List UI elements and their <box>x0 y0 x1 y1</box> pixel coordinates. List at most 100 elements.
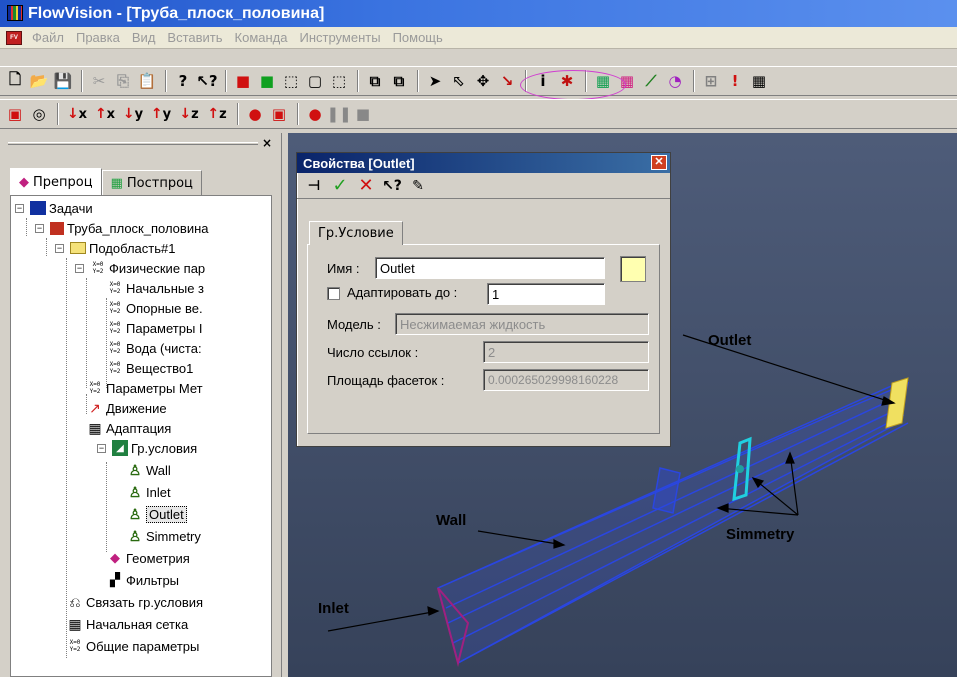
axis-plus-y-button[interactable]: ↑ y <box>148 103 174 125</box>
panel-close-icon[interactable]: × <box>262 136 272 150</box>
color-swatch[interactable] <box>620 256 646 282</box>
tree-node-subdomain[interactable]: − Подобласть#1 <box>55 238 175 258</box>
tree-node-initial[interactable]: X=0 Y=2 Начальные з <box>107 278 204 298</box>
axis-minus-x-button[interactable]: ↓ x <box>64 103 90 125</box>
cancel-x-icon[interactable]: ✕ <box>355 175 377 197</box>
pin-icon[interactable]: ⊣ <box>303 175 325 197</box>
rainbow-icon[interactable]: ◔ <box>664 70 686 92</box>
tree-node-geometry[interactable]: ◆ Геометрия <box>107 548 190 568</box>
tree-node-tasks[interactable]: − Задачи <box>15 198 93 218</box>
tree-node-wall[interactable]: ♙ Wall <box>127 460 171 480</box>
tree-node-inlet[interactable]: ♙ Inlet <box>127 482 171 502</box>
document-icon[interactable]: FV <box>6 30 22 45</box>
save-icon[interactable]: 💾 <box>52 70 74 92</box>
record-icon[interactable]: ● <box>304 103 326 125</box>
menu-file[interactable]: Файл <box>26 30 70 45</box>
cube-wire-icon[interactable]: ⬚ <box>280 70 302 92</box>
tree-node-water[interactable]: X=0 Y=2 Вода (чиста: <box>107 338 202 358</box>
parameter-icon: X=0 Y=2 <box>69 639 81 653</box>
dialog-title-bar[interactable]: Свойства [Outlet] ✕ <box>297 153 670 173</box>
close-icon[interactable]: ✕ <box>651 155 667 170</box>
parameter-icon: X=0 Y=2 <box>92 261 104 275</box>
parameter-icon: X=0 Y=2 <box>89 381 101 395</box>
adapt-checkbox[interactable] <box>327 287 340 300</box>
open-folder-icon[interactable]: 📂 <box>28 70 50 92</box>
parameter-icon: X=0 Y=2 <box>109 321 121 335</box>
apply-check-icon[interactable]: ✓ <box>329 175 351 197</box>
tree-node-boundary-conditions[interactable]: − ◢ Гр.условия <box>97 438 197 458</box>
tree-node-simmetry[interactable]: ♙ Simmetry <box>127 526 201 546</box>
collapse-icon[interactable]: − <box>15 203 24 213</box>
collapse-icon[interactable]: − <box>55 243 64 253</box>
cube-edges-icon[interactable]: ⬚ <box>328 70 350 92</box>
collapse-icon[interactable]: − <box>35 223 44 233</box>
tree-node-outlet[interactable]: ♙ Outlet <box>127 504 187 524</box>
copy-icon[interactable]: ⎘ <box>112 70 134 92</box>
adapt-level-field[interactable]: 1 <box>487 283 605 305</box>
menu-view[interactable]: Вид <box>126 30 162 45</box>
record-step-icon[interactable]: ● <box>244 103 266 125</box>
probe-icon[interactable]: ↘ <box>496 70 518 92</box>
grid-table-icon[interactable]: ▦ <box>748 70 770 92</box>
tree-node-physics[interactable]: − X=0 Y=2 Физические пар <box>75 258 205 278</box>
tile-windows-icon[interactable]: ⧉ <box>364 70 386 92</box>
menu-command[interactable]: Команда <box>229 30 294 45</box>
tree-node-filters[interactable]: ▞ Фильтры <box>107 570 179 590</box>
tree-node-reference[interactable]: X=0 Y=2 Опорные ве. <box>107 298 203 318</box>
context-help-icon[interactable]: ↖? <box>381 175 403 197</box>
tree-node-method-params[interactable]: X=0 Y=2 Параметры Мет <box>87 378 203 398</box>
help-icon[interactable]: ? <box>172 70 194 92</box>
menu-tools[interactable]: Инструменты <box>294 30 387 45</box>
cube-solid-red-icon[interactable]: ■ <box>232 70 254 92</box>
edit-pencil-icon[interactable]: ✎ <box>407 175 429 197</box>
cascade-windows-icon[interactable]: ⧉ <box>388 70 410 92</box>
parameter-icon: X=0 Y=2 <box>109 341 121 355</box>
tab-preprocessor[interactable]: ◆ Препроц <box>10 168 102 196</box>
run-alert-icon[interactable]: ! <box>724 70 746 92</box>
select-region-icon[interactable]: ⬁ <box>448 70 470 92</box>
tab-boundary-condition[interactable]: Гр.Условие <box>309 221 403 245</box>
tree-node-substance[interactable]: X=0 Y=2 Вещество1 <box>107 358 194 378</box>
calc-settings-icon[interactable]: ▣ <box>268 103 290 125</box>
move-axes-icon[interactable]: ✥ <box>472 70 494 92</box>
properties-dialog: Свойства [Outlet] ✕ ⊣ ✓ ✕ ↖? ✎ Гр.Услови… <box>296 152 671 447</box>
tree-node-model-params[interactable]: X=0 Y=2 Параметры I <box>107 318 203 338</box>
stop-icon[interactable]: ■ <box>352 103 374 125</box>
select-arrow-icon[interactable]: ➤ <box>424 70 446 92</box>
cube-outline-icon[interactable]: ▢ <box>304 70 326 92</box>
tree-node-motion[interactable]: ↗ Движение <box>87 398 166 418</box>
tree-node-general-params[interactable]: X=0 Y=2 Общие параметры <box>67 636 200 656</box>
tree-node-adaptation[interactable]: ▦ Адаптация <box>87 418 171 438</box>
adapt-label: Адаптировать до : <box>347 285 458 300</box>
table-icon[interactable]: ⊞ <box>700 70 722 92</box>
axis-minus-z-button[interactable]: ↓ z <box>176 103 202 125</box>
context-help-icon[interactable]: ↖? <box>196 70 218 92</box>
menu-help[interactable]: Помощь <box>387 30 449 45</box>
cube-solid-green-icon[interactable]: ■ <box>256 70 278 92</box>
new-file-icon[interactable]: 🗋 <box>4 70 26 92</box>
pause-icon[interactable]: ❚❚ <box>326 103 351 125</box>
axis-plus-z-button[interactable]: ↑ z <box>204 103 230 125</box>
view-rotate-icon[interactable]: ◎ <box>28 103 50 125</box>
paste-icon[interactable]: 📋 <box>136 70 158 92</box>
tree-node-project[interactable]: − Труба_плоск_половина <box>35 218 209 238</box>
view-box-icon[interactable]: ▣ <box>4 103 26 125</box>
collapse-icon[interactable]: − <box>75 263 84 273</box>
menu-edit[interactable]: Правка <box>70 30 126 45</box>
folder-icon <box>70 242 86 254</box>
cut-icon[interactable]: ✂ <box>88 70 110 92</box>
model-label: Модель : <box>327 317 381 332</box>
panel-grip[interactable] <box>8 142 258 145</box>
name-field[interactable]: Outlet <box>375 257 605 279</box>
tab-postprocessor[interactable]: ▦ Постпроц <box>101 170 202 196</box>
menu-insert[interactable]: Вставить <box>161 30 228 45</box>
axis-plus-x-button[interactable]: ↑ x <box>92 103 118 125</box>
axis-minus-y-button[interactable]: ↓ y <box>120 103 146 125</box>
collapse-icon[interactable]: − <box>97 443 106 453</box>
project-tree: − Задачи − Труба_плоск_половина − Подобл… <box>10 195 272 677</box>
app-icon <box>7 5 23 21</box>
tree-node-initial-grid[interactable]: ▦ Начальная сетка <box>67 614 188 634</box>
chart-icon[interactable]: ⟋ <box>640 70 662 92</box>
filter-icon: ▞ <box>110 572 120 587</box>
tree-node-link-bc[interactable]: ⎌ Связать гр.условия <box>67 592 203 612</box>
